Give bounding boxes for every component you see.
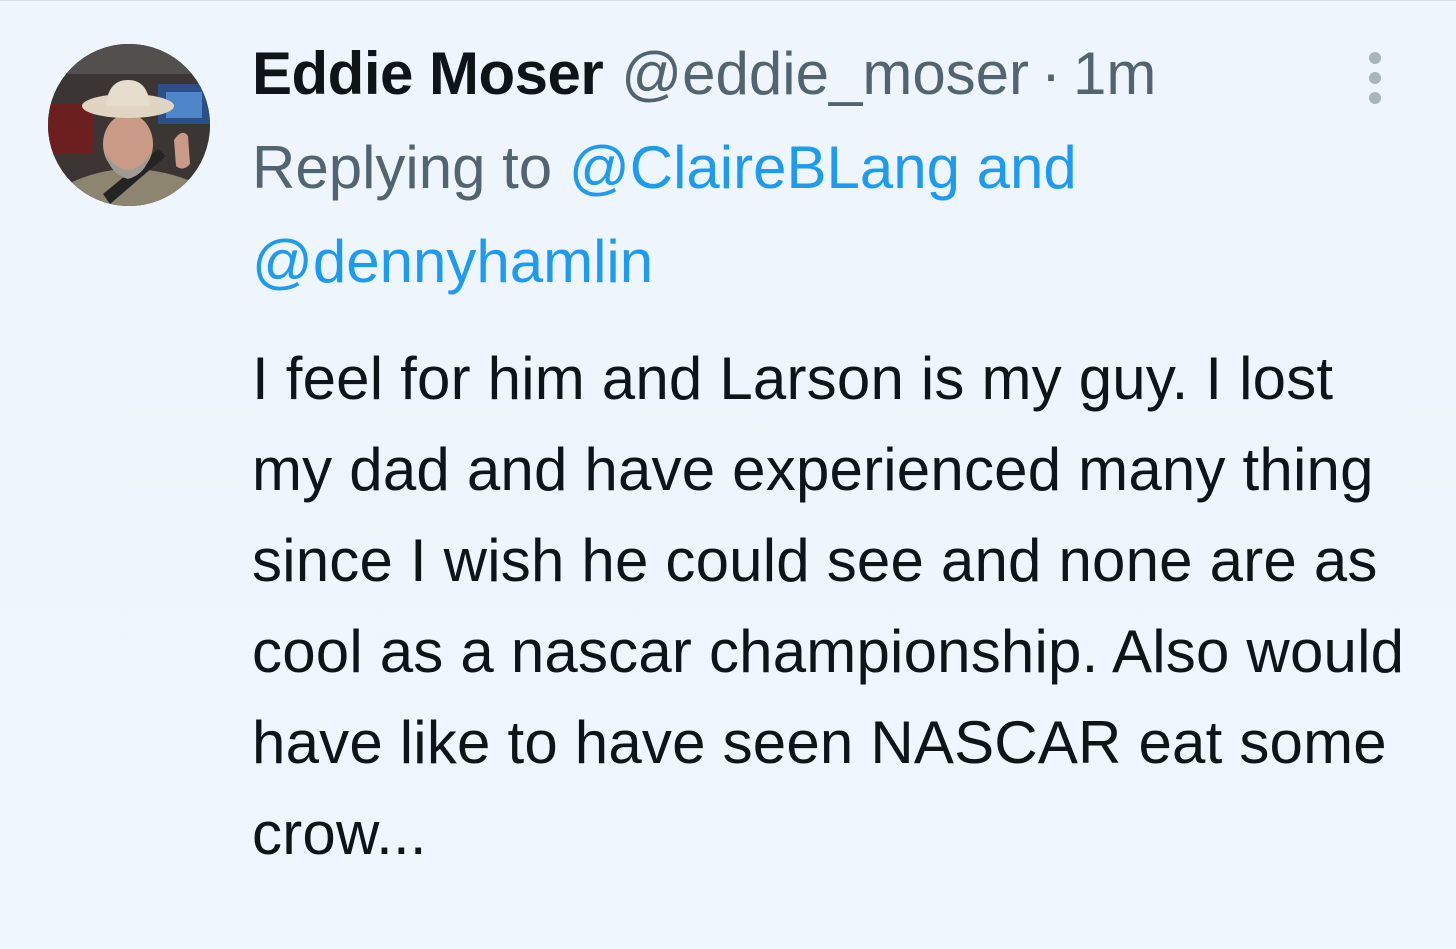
reply-context: Replying to @ClaireBLang and @dennyhamlin bbox=[252, 121, 1432, 309]
tweet-card[interactable]: Eddie Moser @eddie_moser · 1m Replying t… bbox=[0, 0, 1456, 949]
author-display-name[interactable]: Eddie Moser bbox=[252, 31, 604, 117]
avatar-image bbox=[48, 44, 210, 206]
mention-dennyhamlin[interactable]: @dennyhamlin bbox=[252, 228, 653, 295]
tweet-header: Eddie Moser @eddie_moser · 1m bbox=[252, 31, 1432, 117]
tweet-timestamp[interactable]: 1m bbox=[1073, 31, 1156, 117]
tweet-content: Eddie Moser @eddie_moser · 1m Replying t… bbox=[252, 31, 1432, 879]
author-handle[interactable]: @eddie_moser bbox=[621, 31, 1029, 117]
more-vertical-icon bbox=[1369, 72, 1381, 84]
reply-prefix: Replying to bbox=[252, 134, 569, 201]
mention-claireblang[interactable]: @ClaireBLang bbox=[569, 134, 960, 201]
more-vertical-icon bbox=[1369, 52, 1381, 64]
tweet-text: I feel for him and Larson is my guy. I l… bbox=[252, 345, 1405, 867]
more-options-button[interactable] bbox=[1352, 47, 1398, 109]
header-separator: · bbox=[1041, 40, 1062, 107]
more-vertical-icon bbox=[1369, 92, 1381, 104]
reply-conjunction: and bbox=[976, 134, 1077, 201]
author-avatar[interactable] bbox=[48, 44, 210, 206]
